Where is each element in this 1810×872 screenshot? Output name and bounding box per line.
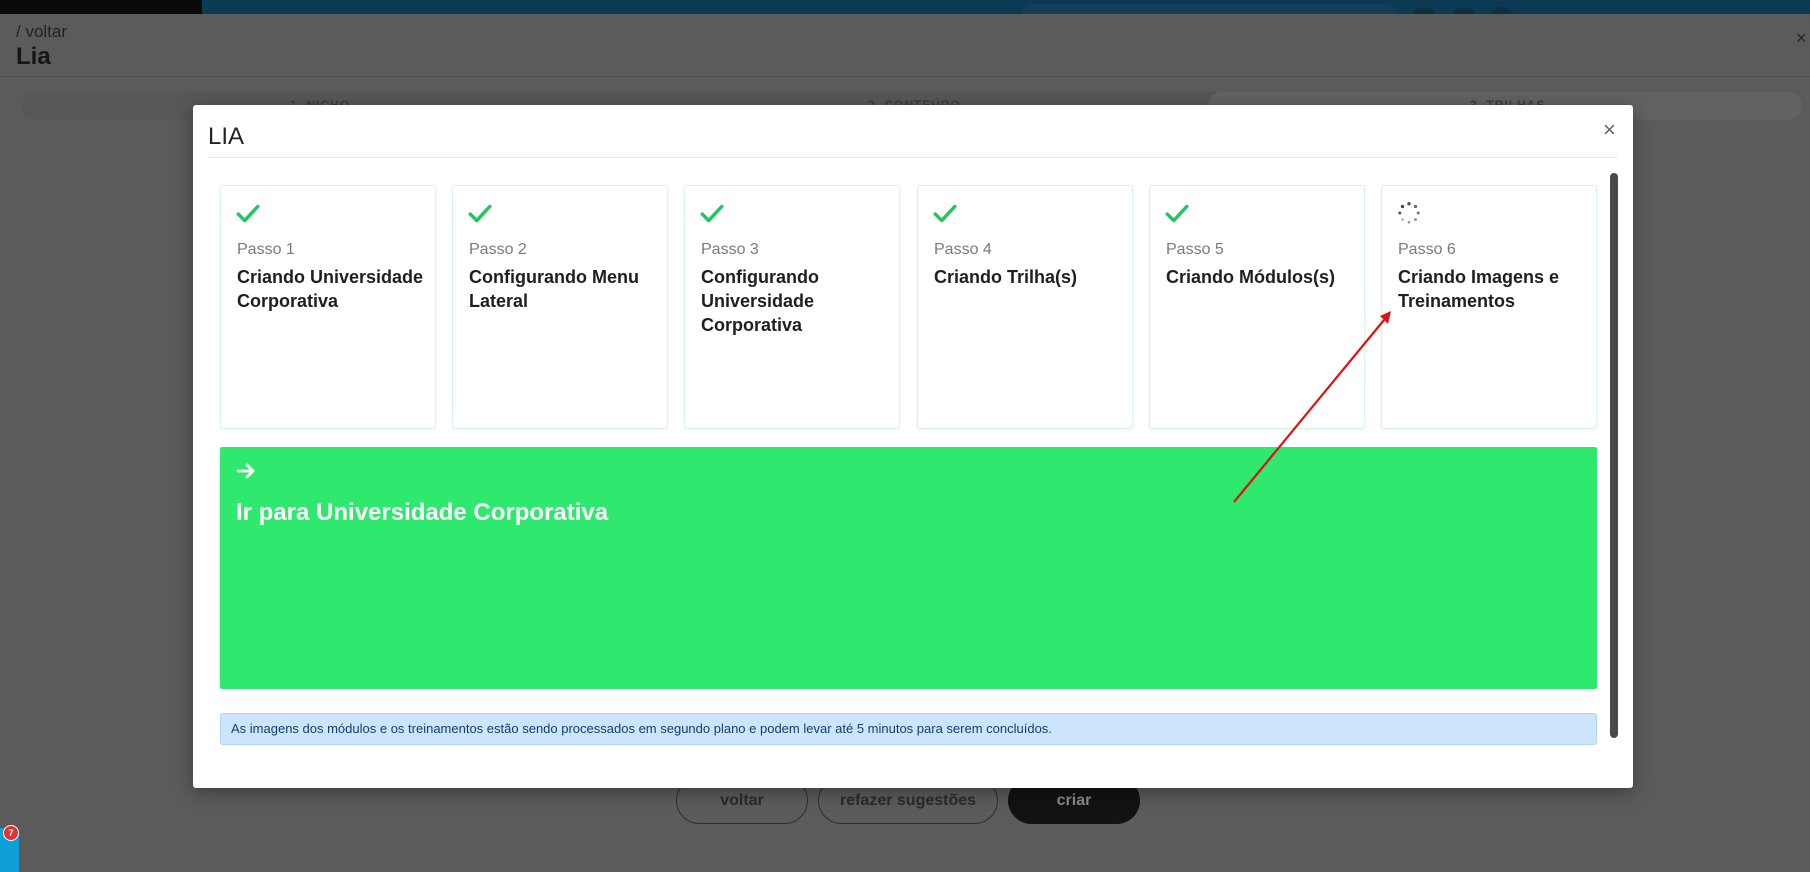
step-label: Configurando Universidade Corporativa — [701, 267, 819, 335]
modal-divider — [208, 157, 1618, 158]
step-label: Criando Trilha(s) — [934, 267, 1078, 287]
step-label: Configurando Menu Lateral — [469, 267, 639, 311]
step-card-2: Passo 2 Configurando Menu Lateral — [452, 185, 668, 429]
modal-close-icon[interactable]: × — [1603, 119, 1616, 141]
step-number: Passo 6 — [1398, 241, 1456, 258]
check-icon — [933, 204, 957, 223]
page-title: Lia — [16, 43, 51, 70]
check-icon — [236, 204, 260, 223]
notification-badge: 7 — [3, 825, 19, 841]
step-number: Passo 2 — [469, 241, 527, 258]
go-to-university-card[interactable]: Ir para Universidade Corporativa — [220, 447, 1597, 689]
step-card-3: Passo 3 Configurando Universidade Corpor… — [684, 185, 900, 429]
top-bar-logo-area — [0, 0, 202, 14]
page-close-icon: × — [1796, 28, 1807, 48]
back-link: / voltar — [16, 22, 68, 41]
divider — [0, 76, 1810, 77]
step-number: Passo 1 — [237, 241, 295, 258]
top-bar — [0, 0, 1810, 14]
modal-scrollbar[interactable] — [1610, 173, 1618, 738]
step-label: Criando Universidade Corporativa — [237, 267, 424, 311]
spinner-icon — [1398, 202, 1420, 224]
step-number: Passo 5 — [1166, 241, 1224, 258]
arrow-right-icon — [236, 463, 255, 479]
check-icon — [1165, 204, 1189, 223]
step-card-4: Passo 4 Criando Trilha(s) — [917, 185, 1133, 429]
modal-title: LIA — [208, 123, 245, 150]
check-icon — [700, 204, 724, 223]
go-to-university-label: Ir para Universidade Corporativa — [236, 499, 609, 526]
step-label: Criando Imagens e Treinamentos — [1398, 267, 1560, 311]
step-number: Passo 4 — [934, 241, 992, 258]
step-card-5: Passo 5 Criando Módulos(s) — [1149, 185, 1365, 429]
step-number: Passo 3 — [701, 241, 759, 258]
check-icon — [468, 204, 492, 223]
lia-modal: LIA × Passo 1 Criando Universidade Corpo… — [193, 105, 1633, 788]
step-label: Criando Módulos(s) — [1166, 267, 1335, 287]
step-card-6: Passo 6 Criando Imagens e Treinamentos — [1381, 185, 1597, 429]
info-alert: As imagens dos módulos e os treinamentos… — [220, 713, 1597, 745]
step-card-1: Passo 1 Criando Universidade Corporativa — [220, 185, 436, 429]
